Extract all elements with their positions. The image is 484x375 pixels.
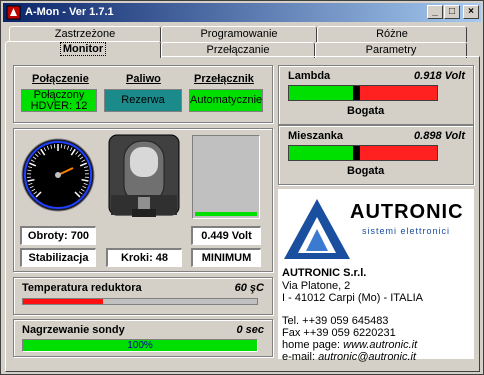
rpm-mode: Stabilizacja <box>20 248 96 267</box>
volt-level-fill <box>195 212 257 216</box>
volt-mode: MINIMUM <box>191 248 261 267</box>
company-email-row: e-mail: autronic@autronic.it <box>282 351 416 363</box>
lambda-state: Bogata <box>347 105 385 117</box>
mieszanka-group: Mieszanka 0.898 Volt Bogata <box>278 125 474 185</box>
company-fax: Fax ++39 059 6220231 <box>282 327 396 339</box>
mieszanka-value: 0.898 Volt <box>414 130 465 142</box>
nagrzewanie-group: Nagrzewanie sondy 0 sec 100% <box>13 319 273 357</box>
title-bar[interactable]: A-Mon - Ver 1.7.1 _ □ × <box>3 3 481 22</box>
polaczenie-status: Połączony HDVER: 12 <box>21 89 97 112</box>
kroki-value: Kroki: 48 <box>106 248 182 267</box>
rpm-gauge <box>21 138 95 212</box>
nagrzewanie-progress-text: 100% <box>127 340 153 351</box>
company-tel: Tel. ++39 059 645483 <box>282 315 389 327</box>
email-label: e-mail: <box>282 351 319 363</box>
maximize-button[interactable]: □ <box>444 5 460 19</box>
mieszanka-bar <box>288 145 438 161</box>
app-window: A-Mon - Ver 1.7.1 _ □ × Zastrzeżone Prog… <box>0 0 484 375</box>
lambda-group: Lambda 0.918 Volt Bogata <box>278 65 474 125</box>
tab-label: Parametry <box>365 44 417 56</box>
przelacznik-label: Przełącznik <box>194 73 254 85</box>
temperatura-bar <box>22 298 258 305</box>
nagrzewanie-label: Nagrzewanie sondy <box>22 324 125 336</box>
nagrzewanie-progress: 100% <box>22 339 258 352</box>
lambda-marker <box>353 86 361 100</box>
email-link[interactable]: autronic@autronic.it <box>318 351 416 363</box>
autronic-logo-icon <box>284 199 350 259</box>
company-address2: I - 41012 Carpi (Mo) - ITALIA <box>282 292 424 304</box>
tab-rozne[interactable]: Różne <box>317 26 467 42</box>
company-name: AUTRONIC S.r.l. <box>282 267 367 279</box>
window-title: A-Mon - Ver 1.7.1 <box>25 6 114 18</box>
hdver-value: HDVER: 12 <box>30 100 88 112</box>
gauges-group: Obroty: 700 Stabilizacja Kroki: 48 0.449… <box>13 128 273 272</box>
polaczenie-label: Połączenie <box>32 73 89 85</box>
tab-label: Zastrzeżone <box>54 28 116 40</box>
tab-label: Różne <box>376 28 408 40</box>
company-info-panel: AUTRONIC sistemi elettronici AUTRONIC S.… <box>278 189 474 363</box>
tab-monitor[interactable]: Monitor <box>5 41 161 58</box>
temperatura-group: Temperatura reduktora 60 şC <box>13 277 273 315</box>
close-button[interactable]: × <box>463 5 479 19</box>
paliwo-label: Paliwo <box>126 73 161 85</box>
lambda-label: Lambda <box>288 70 331 82</box>
tab-zastrzezone[interactable]: Zastrzeżone <box>9 26 161 42</box>
homepage-label: home page: <box>282 339 344 351</box>
rpm-value: Obroty: 700 <box>20 226 96 245</box>
stepper-motor-icon <box>108 134 180 217</box>
homepage-link[interactable]: www.autronic.it <box>343 339 417 351</box>
lambda-bar <box>288 85 438 101</box>
lambda-value: 0.918 Volt <box>414 70 465 82</box>
company-address1: Via Platone, 2 <box>282 280 351 292</box>
status-group: Połączenie Paliwo Przełącznik Połączony … <box>13 65 273 123</box>
nagrzewanie-value: 0 sec <box>236 324 264 336</box>
temperatura-fill <box>23 299 103 304</box>
tab-label: Monitor <box>59 42 107 56</box>
przelacznik-status: Automatycznie <box>189 89 263 112</box>
temperatura-value: 60 şC <box>234 282 264 294</box>
company-homepage-row: home page: www.autronic.it <box>282 339 417 351</box>
tab-label: Przełączanie <box>206 44 270 56</box>
logo-subtext: sistemi elettronici <box>362 226 451 236</box>
tab-programowanie[interactable]: Programowanie <box>161 26 317 42</box>
mieszanka-label: Mieszanka <box>288 130 344 142</box>
tab-label: Programowanie <box>200 28 278 40</box>
minimize-button[interactable]: _ <box>427 5 443 19</box>
app-icon <box>6 5 21 20</box>
logo-text: AUTRONIC <box>350 201 464 223</box>
volt-value: 0.449 Volt <box>191 226 261 245</box>
temperatura-label: Temperatura reduktora <box>22 282 142 294</box>
mieszanka-state: Bogata <box>347 165 385 177</box>
mieszanka-marker <box>353 146 361 160</box>
paliwo-status: Rezerwa <box>104 89 182 112</box>
volt-level-gauge <box>192 135 260 219</box>
